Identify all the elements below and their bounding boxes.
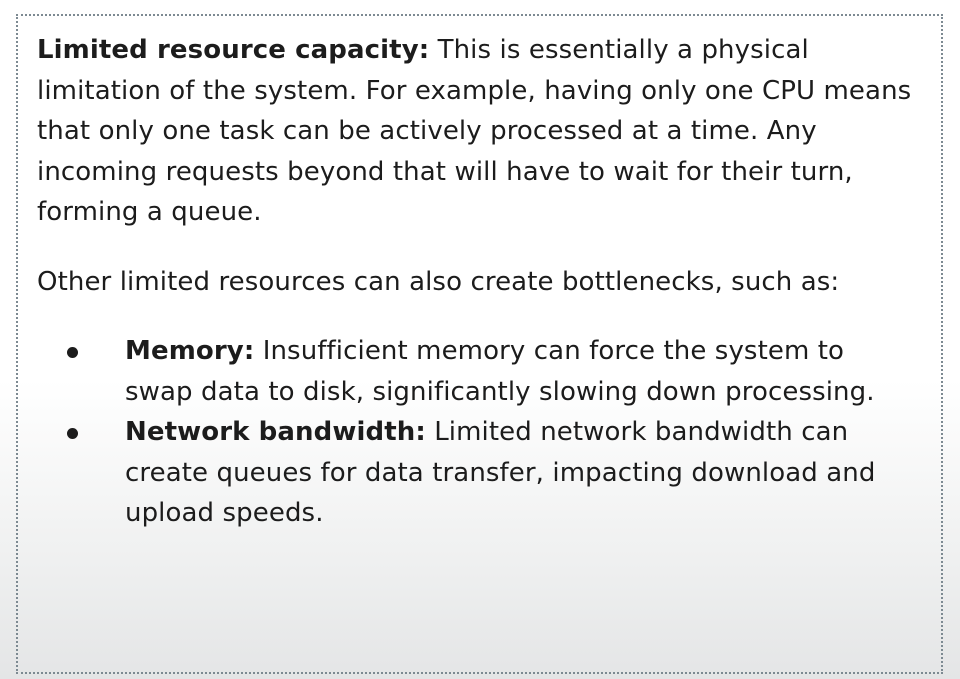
list-item-memory: Memory: Insufficient memory can force th… bbox=[37, 331, 917, 412]
content-block: Limited resource capacity: This is essen… bbox=[37, 30, 917, 534]
paragraph-other-resources: Other limited resources can also create … bbox=[37, 266, 840, 297]
bullet-icon bbox=[67, 428, 78, 439]
term-limited-resource-capacity: Limited resource capacity: bbox=[37, 35, 430, 65]
list-item-network-bandwidth: Network bandwidth: Limited network bandw… bbox=[37, 412, 917, 534]
paragraph-limited-resource-capacity: Limited resource capacity: This is essen… bbox=[37, 30, 917, 233]
bullet-icon bbox=[67, 347, 78, 358]
term-memory: Memory: bbox=[125, 336, 255, 366]
bullet-list: Memory: Insufficient memory can force th… bbox=[37, 331, 917, 534]
term-network-bandwidth: Network bandwidth: bbox=[125, 417, 426, 447]
